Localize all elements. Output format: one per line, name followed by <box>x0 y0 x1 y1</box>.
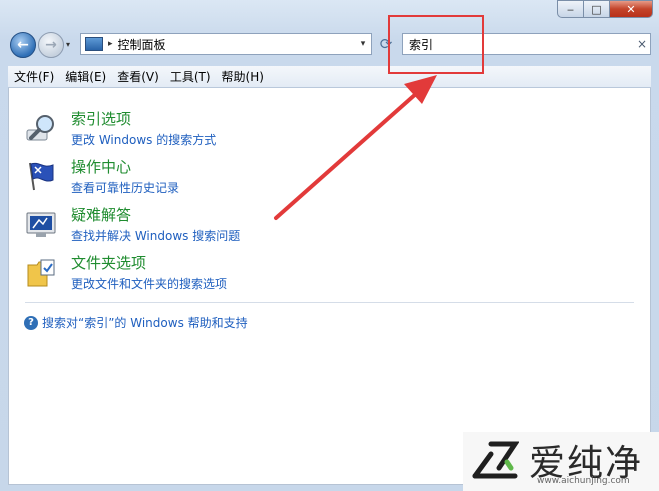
caption-buttons: ‒ □ ✕ <box>557 0 653 18</box>
menu-file[interactable]: 文件(F) <box>8 68 59 85</box>
help-icon: ? <box>24 315 38 330</box>
maximize-button[interactable]: □ <box>583 0 609 18</box>
help-link[interactable]: ? 搜索对“索引”的 Windows 帮助和支持 <box>24 314 248 331</box>
menu-tools[interactable]: 工具(T) <box>164 68 216 85</box>
result-folder-options[interactable]: 文件夹选项 更改文件和文件夹的搜索选项 <box>25 252 425 296</box>
result-title[interactable]: 索引选项 <box>71 108 131 129</box>
breadcrumb-control-panel[interactable]: 控制面板 <box>118 36 355 53</box>
breadcrumb-separator-icon[interactable]: ▸ <box>108 39 113 49</box>
address-dropdown-icon[interactable]: ▾ <box>355 39 371 49</box>
address-bar[interactable]: ▸ 控制面板 ▾ <box>80 33 372 55</box>
result-troubleshooting[interactable]: 疑难解答 查找并解决 Windows 搜索问题 <box>25 204 425 248</box>
results-pane: 索引选项 更改 Windows 的搜索方式 操作中心 查看可靠性历史记录 疑难解… <box>8 88 651 485</box>
menu-bar: 文件(F) 编辑(E) 查看(V) 工具(T) 帮助(H) <box>8 66 651 88</box>
magnifier-icon <box>26 115 54 141</box>
result-description[interactable]: 查找并解决 Windows 搜索问题 <box>71 227 240 244</box>
result-description[interactable]: 查看可靠性历史记录 <box>71 179 179 196</box>
navigation-bar: ← → ▾ ▸ 控制面板 ▾ ⟳ 索引 × <box>8 30 651 60</box>
close-button[interactable]: ✕ <box>609 0 653 18</box>
troubleshoot-icon <box>26 212 56 237</box>
result-action-center[interactable]: 操作中心 查看可靠性历史记录 <box>25 156 425 200</box>
menu-help[interactable]: 帮助(H) <box>216 68 269 85</box>
explorer-window: ‒ □ ✕ ← → ▾ ▸ 控制面板 ▾ ⟳ 索引 × 文件(F) 编辑(E) … <box>0 0 659 491</box>
watermark: 爱纯净 www.aichunjing.com <box>463 432 659 491</box>
watermark-url: www.aichunjing.com <box>537 476 630 486</box>
folder-icon <box>27 259 55 287</box>
back-button[interactable]: ← <box>10 32 36 58</box>
divider <box>25 302 634 303</box>
result-title[interactable]: 疑难解答 <box>71 204 131 225</box>
watermark-logo-icon <box>472 441 519 479</box>
recent-pages-dropdown[interactable]: ▾ <box>66 40 70 49</box>
result-indexing-options[interactable]: 索引选项 更改 Windows 的搜索方式 <box>25 108 425 152</box>
search-highlight-box <box>388 15 484 74</box>
menu-view[interactable]: 查看(V) <box>111 68 164 85</box>
result-description[interactable]: 更改文件和文件夹的搜索选项 <box>71 275 227 292</box>
clear-search-icon[interactable]: × <box>634 37 650 51</box>
flag-icon <box>29 162 54 191</box>
result-title[interactable]: 操作中心 <box>71 156 131 177</box>
forward-button[interactable]: → <box>38 32 64 58</box>
minimize-button[interactable]: ‒ <box>557 0 583 18</box>
help-link-text[interactable]: 搜索对“索引”的 Windows 帮助和支持 <box>42 314 248 331</box>
control-panel-icon <box>85 37 103 51</box>
result-title[interactable]: 文件夹选项 <box>71 252 146 273</box>
menu-edit[interactable]: 编辑(E) <box>59 68 111 85</box>
result-description[interactable]: 更改 Windows 的搜索方式 <box>71 131 216 148</box>
